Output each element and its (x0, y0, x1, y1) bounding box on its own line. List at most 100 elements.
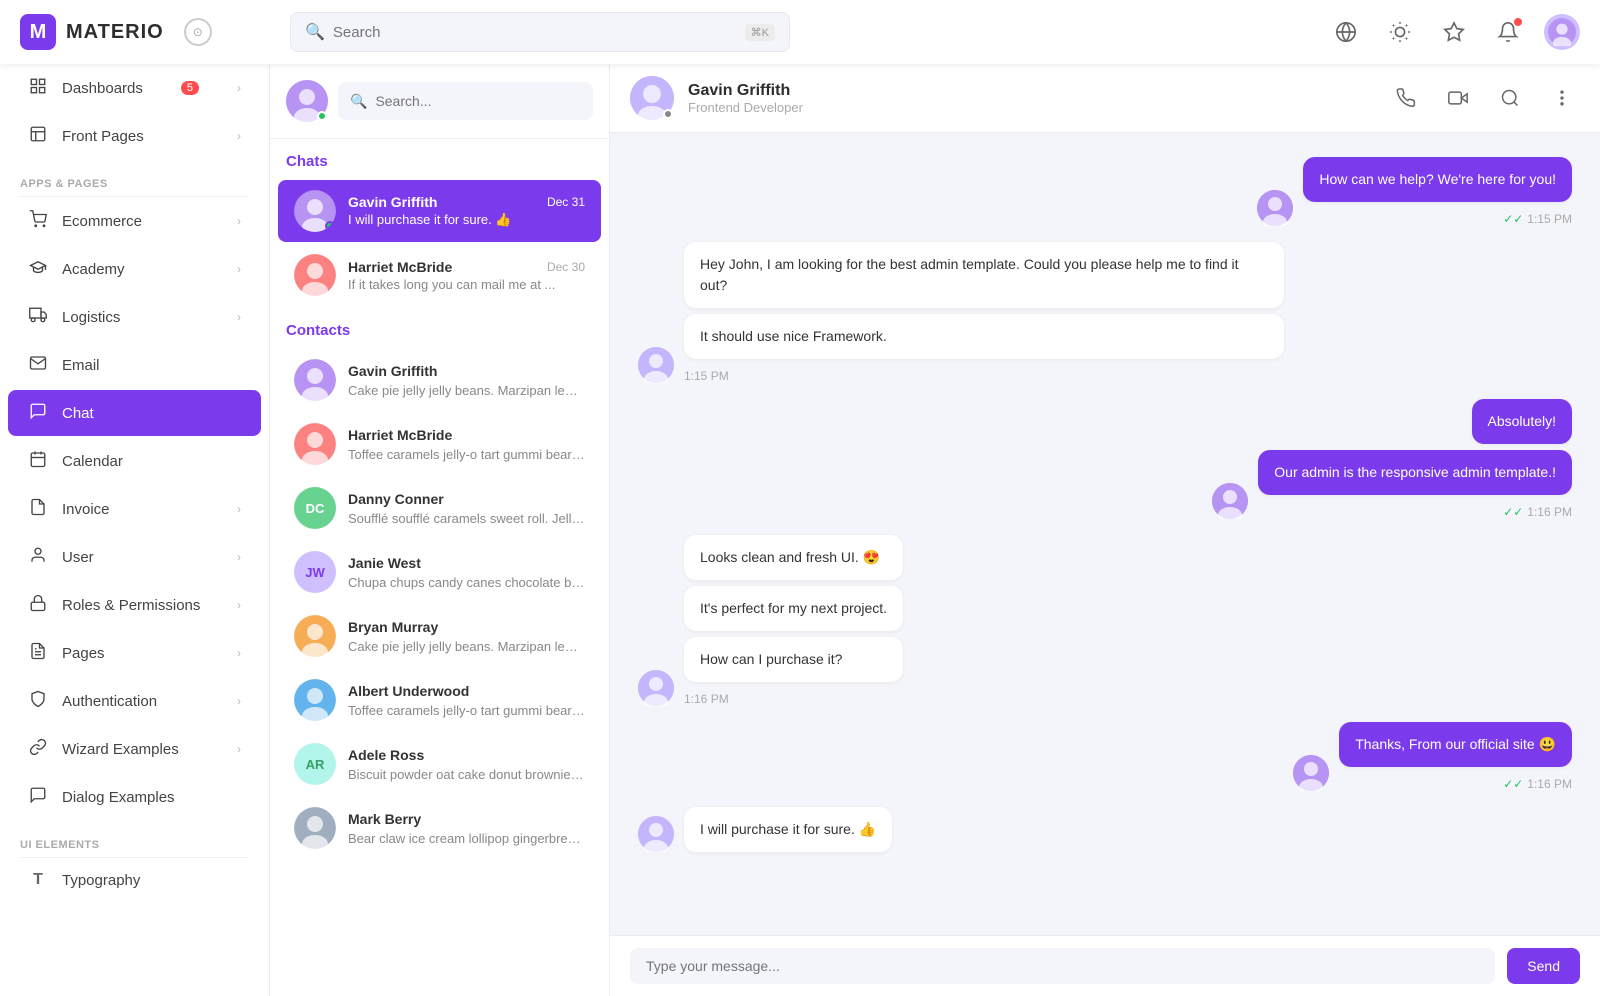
sidebar-item-chat[interactable]: Chat (8, 390, 261, 436)
chat-item-info: Harriet McBride Toffee caramels jelly-o … (348, 427, 585, 462)
user-icon (28, 546, 48, 568)
chat-search-input[interactable] (375, 93, 581, 109)
sidebar-item-front-pages[interactable]: Front Pages › (8, 113, 261, 159)
sidebar-item-typography[interactable]: T Typography (8, 859, 261, 901)
contact-item-albert[interactable]: Albert Underwood Toffee caramels jelly-o… (278, 669, 601, 731)
chat-search-bar[interactable]: 🔍 (338, 82, 593, 120)
sidebar-item-email[interactable]: Email (8, 342, 261, 388)
chat-item-info: Gavin Griffith Cake pie jelly jelly bean… (348, 363, 585, 398)
sidebar-item-label: Invoice (62, 501, 110, 518)
phone-icon[interactable] (1388, 80, 1424, 116)
contact-item-adele[interactable]: AR Adele Ross Biscuit powder oat cake do… (278, 733, 601, 795)
chat-item-date: Dec 31 (547, 195, 585, 209)
front-pages-icon (28, 125, 48, 147)
chat-item-name: Gavin Griffith (348, 194, 437, 210)
chat-contact-role: Frontend Developer (688, 100, 1374, 115)
sidebar-item-label: Email (62, 357, 100, 374)
dashboards-icon (28, 77, 48, 99)
search-input[interactable] (333, 24, 737, 41)
chat-item-harriet[interactable]: Harriet McBride Dec 30 If it takes long … (278, 244, 601, 306)
chats-section-title: Chats (270, 139, 609, 178)
sidebar-item-auth[interactable]: Authentication › (8, 678, 261, 724)
contact-item-gavin[interactable]: Gavin Griffith Cake pie jelly jelly bean… (278, 349, 601, 411)
message-time: 1:15 PM (684, 369, 1284, 383)
message-col: Absolutely! Our admin is the responsive … (1258, 399, 1572, 519)
search-chat-icon[interactable] (1492, 80, 1528, 116)
sidebar-item-user[interactable]: User › (8, 534, 261, 580)
sidebar-item-label: Dialog Examples (62, 789, 175, 806)
sidebar-item-pages[interactable]: Pages › (8, 630, 261, 676)
app-name: MATERIO (66, 21, 164, 44)
sidebar-item-dialog[interactable]: Dialog Examples (8, 774, 261, 820)
video-icon[interactable] (1440, 80, 1476, 116)
chat-main-actions (1388, 80, 1580, 116)
chat-item-top: Gavin Griffith Dec 31 (348, 194, 585, 210)
bookmark-icon[interactable] (1436, 14, 1472, 50)
chat-item-info: Albert Underwood Toffee caramels jelly-o… (348, 683, 585, 718)
message-bubble: Thanks, From our official site 😃 (1339, 722, 1572, 767)
message-col: I will purchase it for sure. 👍 (684, 807, 892, 852)
send-button[interactable]: Send (1507, 948, 1580, 984)
chat-main-contact-avatar (630, 76, 674, 120)
chat-online-dot (325, 221, 335, 231)
contact-item-harriet[interactable]: Harriet McBride Toffee caramels jelly-o … (278, 413, 601, 475)
sidebar-item-label: Wizard Examples (62, 741, 179, 758)
more-options-icon[interactable] (1544, 80, 1580, 116)
academy-icon (28, 258, 48, 280)
nav-right (1328, 14, 1580, 50)
user-avatar[interactable] (1544, 14, 1580, 50)
sidebar-item-roles[interactable]: Roles & Permissions › (8, 582, 261, 628)
contact-name: Albert Underwood (348, 683, 469, 699)
message-bubble: It's perfect for my next project. (684, 586, 903, 631)
message-row: I will purchase it for sure. 👍 (638, 807, 1572, 852)
search-icon: 🔍 (305, 22, 325, 42)
contact-item-danny[interactable]: DC Danny Conner Soufflé soufflé caramels… (278, 477, 601, 539)
chat-item-preview: If it takes long you can mail me at ... (348, 277, 585, 292)
chevron-right-icon: › (237, 214, 241, 228)
sidebar-item-invoice[interactable]: Invoice › (8, 486, 261, 532)
sidebar-item-dashboards[interactable]: Dashboards 5 › (8, 65, 261, 111)
contact-item-janie[interactable]: JW Janie West Chupa chups candy canes ch… (278, 541, 601, 603)
sidebar-item-logistics[interactable]: Logistics › (8, 294, 261, 340)
message-avatar (1293, 755, 1329, 791)
search-shortcut: ⌘K (745, 24, 775, 41)
theme-icon[interactable] (1382, 14, 1418, 50)
contact-item-bryan[interactable]: Bryan Murray Cake pie jelly jelly beans.… (278, 605, 601, 667)
chevron-right-icon: › (237, 646, 241, 660)
settings-toggle-icon[interactable]: ⊙ (184, 18, 212, 46)
chat-item-gavin[interactable]: Gavin Griffith Dec 31 I will purchase it… (278, 180, 601, 242)
contact-avatar-bryan (294, 615, 336, 657)
sidebar-item-wizard[interactable]: Wizard Examples › (8, 726, 261, 772)
contact-avatar-danny: DC (294, 487, 336, 529)
message-input[interactable] (630, 948, 1495, 984)
search-icon: 🔍 (350, 93, 367, 110)
logistics-icon (28, 306, 48, 328)
contact-avatar-gavin (294, 359, 336, 401)
contact-preview: Soufflé soufflé caramels sweet roll. Jel… (348, 511, 585, 526)
sidebar-item-label: Logistics (62, 309, 120, 326)
chat-icon (28, 402, 48, 424)
chat-item-info: Janie West Chupa chups candy canes choco… (348, 555, 585, 590)
sidebar-item-academy[interactable]: Academy › (8, 246, 261, 292)
contact-preview: Toffee caramels jelly-o tart gummi bears… (348, 703, 585, 718)
notification-icon[interactable] (1490, 14, 1526, 50)
chat-item-info: Gavin Griffith Dec 31 I will purchase it… (348, 194, 585, 228)
chat-main-header: Gavin Griffith Frontend Developer (610, 64, 1600, 133)
wizard-icon (28, 738, 48, 760)
message-time: ✓✓1:15 PM (1503, 212, 1572, 226)
message-avatar (638, 816, 674, 852)
contact-item-mark[interactable]: Mark Berry Bear claw ice cream lollipop … (278, 797, 601, 859)
contact-preview: Cake pie jelly jelly beans. Marzipan lem… (348, 639, 585, 654)
message-col: Thanks, From our official site 😃 ✓✓1:16 … (1339, 722, 1572, 791)
contact-avatar-janie: JW (294, 551, 336, 593)
global-search-bar[interactable]: 🔍 ⌘K (290, 12, 790, 52)
chevron-right-icon: › (237, 598, 241, 612)
pages-icon (28, 642, 48, 664)
contact-preview: Biscuit powder oat cake donut brownie ic… (348, 767, 585, 782)
translate-icon[interactable] (1328, 14, 1364, 50)
sidebar-item-calendar[interactable]: Calendar (8, 438, 261, 484)
typography-icon: T (28, 871, 48, 889)
sidebar-item-ecommerce[interactable]: Ecommerce › (8, 198, 261, 244)
message-col: How can we help? We're here for you! ✓✓1… (1303, 157, 1572, 226)
message-bubble: How can we help? We're here for you! (1303, 157, 1572, 202)
